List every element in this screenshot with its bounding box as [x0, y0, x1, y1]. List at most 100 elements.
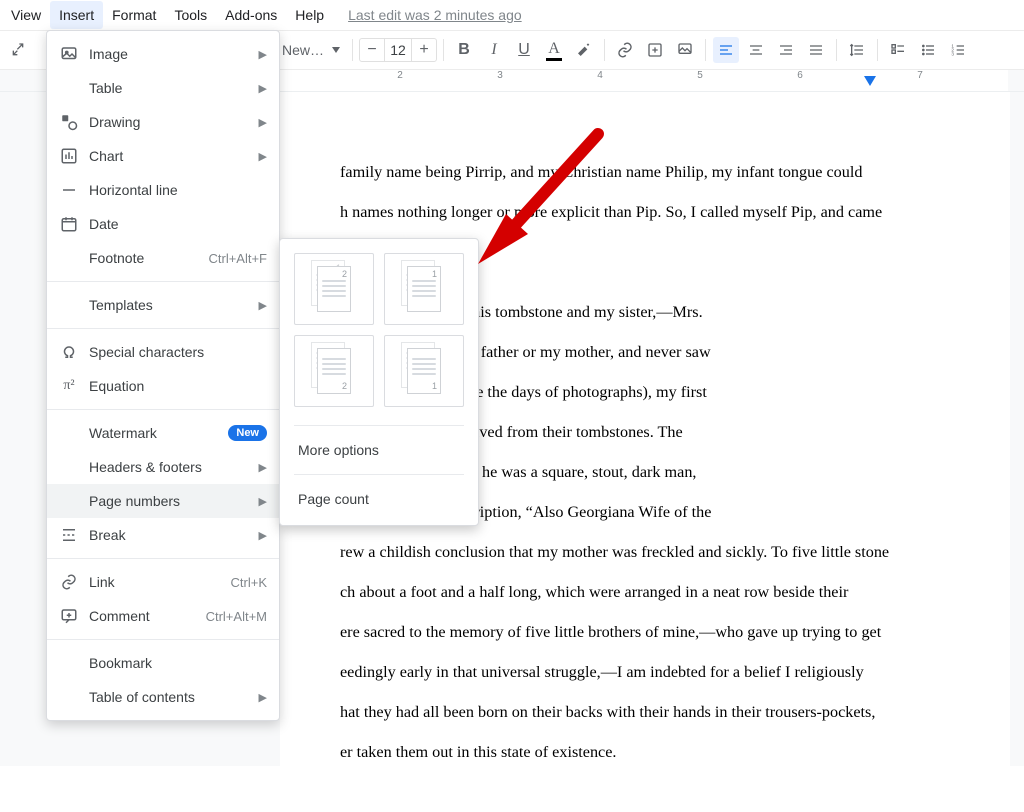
bold-button[interactable]: B [451, 37, 477, 63]
page-number-option-footer-all[interactable]: 1 2 [294, 335, 374, 407]
break-icon [59, 526, 79, 544]
separator [877, 39, 878, 61]
insert-image-button[interactable] [672, 37, 698, 63]
page-number-option-header-all[interactable]: 1 2 [294, 253, 374, 325]
item-label: Drawing [89, 114, 249, 130]
menu-addons[interactable]: Add-ons [216, 1, 286, 29]
menu-tools[interactable]: Tools [165, 1, 216, 29]
insert-bookmark[interactable]: Bookmark [47, 646, 279, 680]
separator [705, 39, 706, 61]
add-comment-button[interactable] [642, 37, 668, 63]
svg-text:3: 3 [951, 51, 954, 56]
submenu-arrow-icon: ▶ [259, 461, 267, 474]
text-color-button[interactable]: A [541, 37, 567, 63]
insert-special-characters[interactable]: Special characters [47, 335, 279, 369]
shortcut: Ctrl+K [231, 575, 267, 590]
ruler-tick: 4 [597, 70, 603, 81]
page-numbers-submenu: 1 2 1 [279, 238, 479, 526]
checklist-button[interactable] [885, 37, 911, 63]
menu-help[interactable]: Help [286, 1, 333, 29]
menu-view[interactable]: View [2, 1, 50, 29]
insert-link[interactable]: Link Ctrl+K [47, 565, 279, 599]
last-edit-link[interactable]: Last edit was 2 minutes ago [348, 7, 522, 23]
align-justify-button[interactable] [803, 37, 829, 63]
separator [294, 425, 464, 426]
insert-chart[interactable]: Chart ▶ [47, 139, 279, 173]
submenu-arrow-icon: ▶ [259, 116, 267, 129]
font-size-decrease[interactable]: − [361, 39, 383, 61]
insert-table-of-contents[interactable]: Table of contents ▶ [47, 680, 279, 714]
doc-text[interactable]: ere sacred to the memory of five little … [340, 612, 950, 652]
shortcut: Ctrl+Alt+M [206, 609, 267, 624]
menu-insert[interactable]: Insert [50, 1, 103, 29]
font-family-label: New… [282, 42, 324, 58]
doc-text[interactable]: hat they had all been born on their back… [340, 692, 950, 732]
font-family-select[interactable]: New… [276, 38, 346, 62]
text-color-A: A [548, 40, 560, 58]
insert-page-numbers[interactable]: Page numbers ▶ [47, 484, 279, 518]
font-size-increase[interactable]: + [413, 39, 435, 61]
insert-drawing[interactable]: Drawing ▶ [47, 105, 279, 139]
item-label: Special characters [89, 344, 267, 360]
item-label: Page numbers [89, 493, 249, 509]
separator [294, 474, 464, 475]
page-number-more-options[interactable]: More options [280, 432, 478, 468]
insert-break[interactable]: Break ▶ [47, 518, 279, 552]
numbered-list-button[interactable]: 123 [945, 37, 971, 63]
doc-text[interactable]: eedingly early in that universal struggl… [340, 652, 950, 692]
paint-format-button[interactable] [5, 37, 31, 63]
submenu-arrow-icon: ▶ [259, 529, 267, 542]
align-right-button[interactable] [773, 37, 799, 63]
page-count[interactable]: Page count [280, 481, 478, 517]
item-label: Break [89, 527, 249, 543]
page-number-option-footer-skip-first[interactable]: 1 [384, 335, 464, 407]
separator [352, 39, 353, 61]
equation-icon: π² [59, 378, 79, 394]
separator [47, 409, 279, 410]
separator [443, 39, 444, 61]
align-left-button[interactable] [713, 37, 739, 63]
bulleted-list-button[interactable] [915, 37, 941, 63]
separator [47, 281, 279, 282]
omega-icon [59, 343, 79, 361]
insert-comment[interactable]: Comment Ctrl+Alt+M [47, 599, 279, 633]
item-label: Comment [89, 608, 196, 624]
submenu-arrow-icon: ▶ [259, 495, 267, 508]
doc-text[interactable]: h names nothing longer or more explicit … [340, 192, 950, 232]
separator [604, 39, 605, 61]
line-spacing-button[interactable] [844, 37, 870, 63]
insert-templates[interactable]: Templates ▶ [47, 288, 279, 322]
item-label: Table of contents [89, 689, 249, 705]
doc-text[interactable]: family name being Pirrip, and my Christi… [340, 152, 950, 192]
insert-date[interactable]: Date [47, 207, 279, 241]
horizontal-line-icon [59, 181, 79, 199]
separator [47, 639, 279, 640]
insert-horizontal-line[interactable]: Horizontal line [47, 173, 279, 207]
align-center-button[interactable] [743, 37, 769, 63]
insert-watermark[interactable]: Watermark New [47, 416, 279, 450]
separator [47, 558, 279, 559]
font-size-input[interactable] [384, 39, 412, 61]
image-icon [59, 45, 79, 63]
italic-button[interactable]: I [481, 37, 507, 63]
item-label: Page count [298, 491, 369, 507]
separator [47, 328, 279, 329]
submenu-arrow-icon: ▶ [259, 82, 267, 95]
underline-button[interactable]: U [511, 37, 537, 63]
insert-table[interactable]: Table ▶ [47, 71, 279, 105]
chart-icon [59, 147, 79, 165]
insert-link-button[interactable] [612, 37, 638, 63]
page-number-option-header-skip-first[interactable]: 1 [384, 253, 464, 325]
doc-text[interactable]: ch about a foot and a half long, which w… [340, 572, 950, 612]
menu-format[interactable]: Format [103, 1, 165, 29]
right-indent-marker[interactable] [864, 76, 876, 86]
doc-text[interactable]: rew a childish conclusion that my mother… [340, 532, 950, 572]
item-label: Horizontal line [89, 182, 267, 198]
item-label: Footnote [89, 250, 198, 266]
insert-equation[interactable]: π² Equation [47, 369, 279, 403]
highlight-button[interactable] [571, 37, 597, 63]
insert-footnote[interactable]: Footnote Ctrl+Alt+F [47, 241, 279, 275]
doc-text[interactable]: er taken them out in this state of exist… [340, 732, 950, 772]
insert-image[interactable]: Image ▶ [47, 37, 279, 71]
insert-headers-footers[interactable]: Headers & footers ▶ [47, 450, 279, 484]
